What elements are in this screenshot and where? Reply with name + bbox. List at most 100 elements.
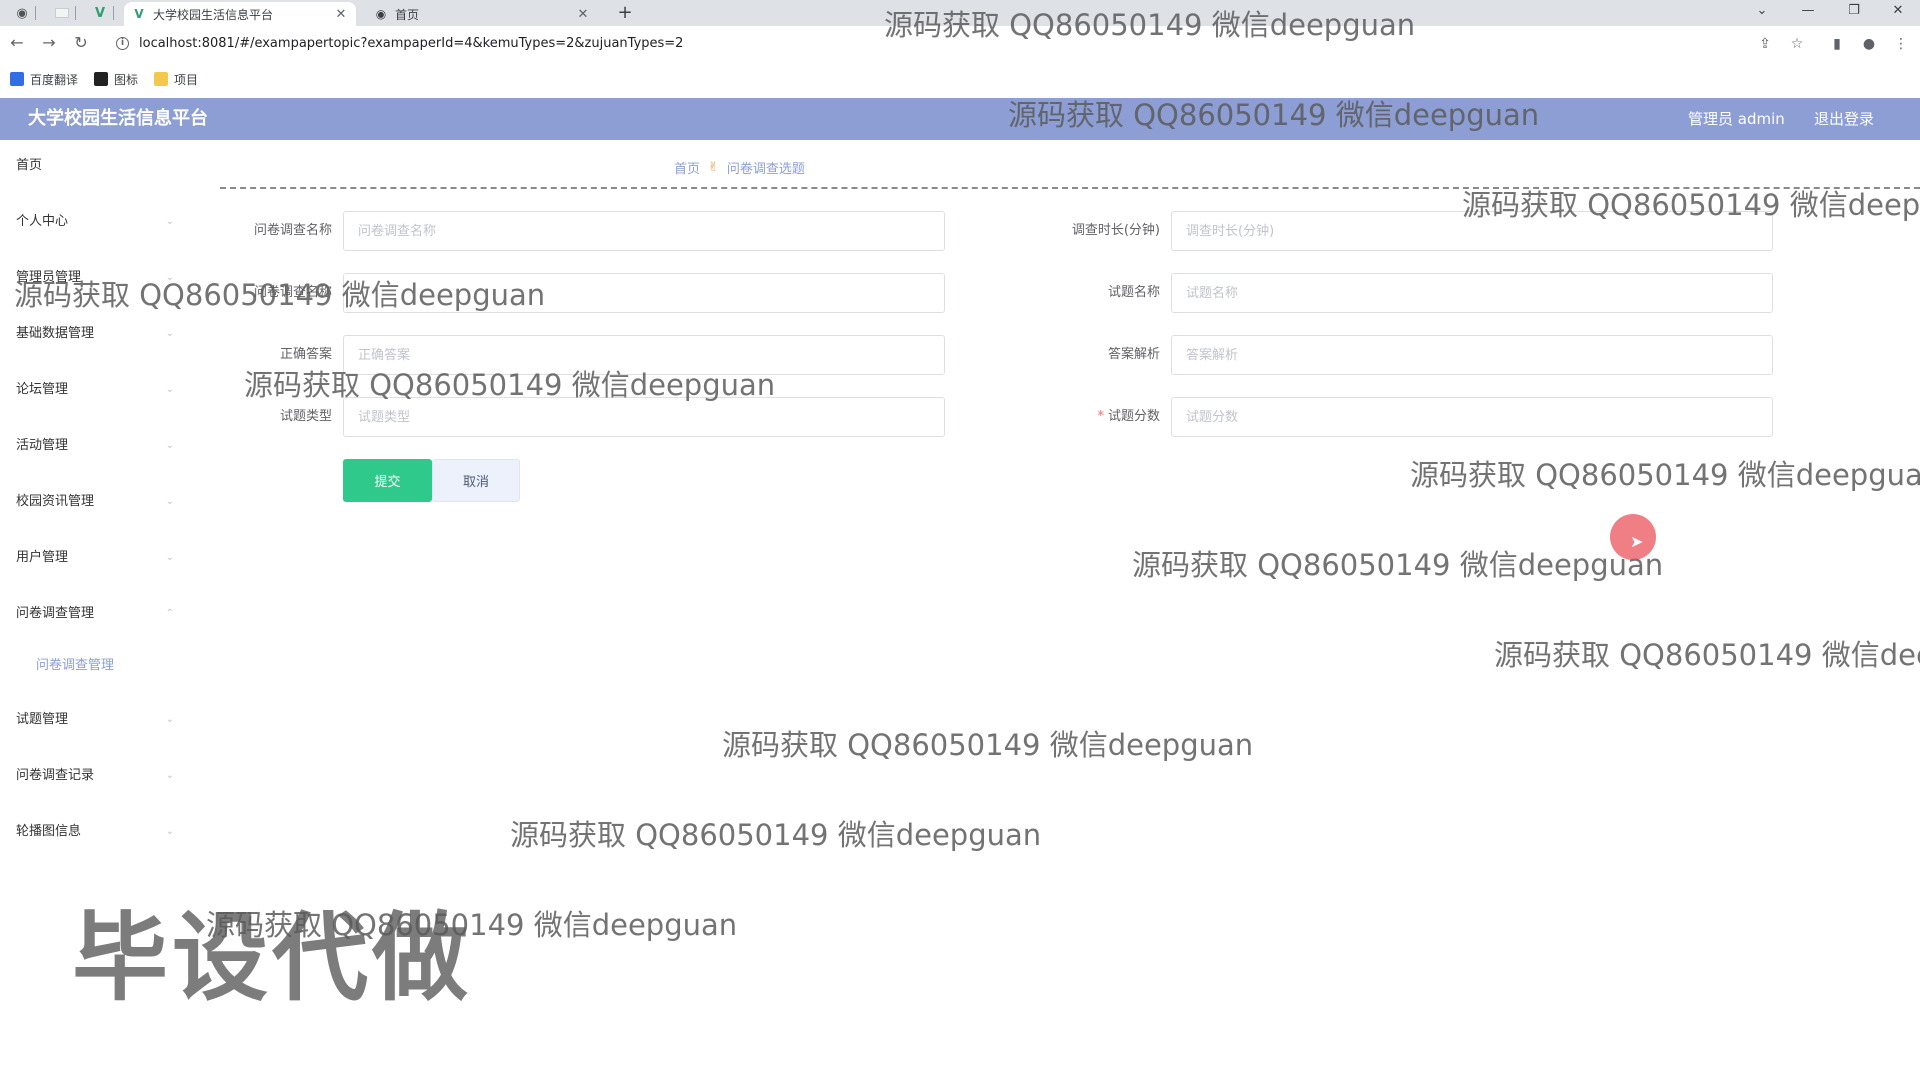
profile-avatar-icon[interactable]: ● xyxy=(1858,33,1880,55)
side-panel-icon[interactable]: ▮ xyxy=(1826,33,1848,55)
score-input[interactable] xyxy=(1171,397,1773,437)
options-label: 问卷调查名称 xyxy=(253,285,332,300)
watermark: 源码获取 QQ86050149 微信deepguan xyxy=(722,728,1254,762)
answer-label: 正确答案 xyxy=(279,347,332,362)
cursor-arrow-icon: ➤ xyxy=(1630,532,1644,551)
sidebar-item-label: 校园资讯管理 xyxy=(16,494,95,509)
bookmark-icons[interactable]: 图标 xyxy=(94,71,138,88)
topic-name-input[interactable] xyxy=(1171,273,1773,313)
chevron-down-icon: ⌄ xyxy=(165,826,174,837)
bookmark-projects[interactable]: 项目 xyxy=(154,71,198,88)
vue-logo-icon: V xyxy=(134,7,144,21)
sidebar-item-carousel[interactable]: 轮播图信息 ⌄ xyxy=(0,812,182,852)
chevron-down-icon: ⌄ xyxy=(165,384,174,395)
options-input[interactable] xyxy=(343,273,945,313)
sidebar-item-activity[interactable]: 活动管理 ⌄ xyxy=(0,426,182,466)
bookmark-star-icon[interactable]: ☆ xyxy=(1786,33,1808,55)
restore-button[interactable]: ❐ xyxy=(1834,0,1874,22)
sidebar-item-home[interactable]: 首页 xyxy=(0,146,182,186)
watermark: 源码获取 QQ86050149 微信deepguan xyxy=(510,818,1042,852)
address-toolbar: ← → ↻ i localhost:8081/#/exampapertopic?… xyxy=(0,26,1920,60)
stamp-watermark: 毕设代做 xyxy=(72,902,472,1014)
score-label-text: 试题分数 xyxy=(1107,409,1160,424)
reload-icon[interactable]: ↻ xyxy=(70,32,92,54)
sidebar-item-label: 首页 xyxy=(16,158,43,173)
topic-name-label: 试题名称 xyxy=(1107,285,1160,300)
sidebar-item-survey-records[interactable]: 问卷调查记录 ⌄ xyxy=(0,756,182,796)
exampaper-name-input[interactable] xyxy=(343,211,945,251)
exampaper-name-label: 问卷调查名称 xyxy=(253,223,332,238)
sidebar-item-admin-management[interactable]: 管理员管理 ⌄ xyxy=(0,258,182,298)
tab-title: 大学校园生活信息平台 xyxy=(153,7,274,22)
bookmarks-bar: 百度翻译 图标 项目 xyxy=(0,60,1920,98)
tab-app[interactable]: V 大学校园生活信息平台 ✕ xyxy=(124,2,356,26)
pinned-tab-globe[interactable]: ◉ xyxy=(8,3,36,23)
back-arrow-icon[interactable]: ← xyxy=(6,32,28,54)
sidebar-item-survey-management[interactable]: 问卷调查管理 ⌃ xyxy=(0,594,182,634)
sidebar-item-label: 论坛管理 xyxy=(16,382,69,397)
forward-arrow-icon[interactable]: → xyxy=(38,32,60,54)
blank-page-icon xyxy=(55,8,69,18)
score-label: * 试题分数 xyxy=(1010,397,1160,437)
sidebar-item-label: 管理员管理 xyxy=(16,270,82,285)
minimize-button[interactable]: — xyxy=(1788,0,1828,22)
bookmark-label: 项目 xyxy=(174,72,199,87)
close-window-button[interactable]: ✕ xyxy=(1878,0,1918,22)
chevron-down-icon: ⌄ xyxy=(165,496,174,507)
bookmark-baidu-translate[interactable]: 百度翻译 xyxy=(10,71,78,88)
sidebar-menu: 首页 个人中心 ⌄ 管理员管理 ⌄ 基础数据管理 ⌄ 论坛管理 ⌄ 活动管理 ⌄ 校园资讯… xyxy=(0,140,182,840)
tab-search-chevron-icon[interactable]: ⌄ xyxy=(1742,0,1782,22)
close-tab-icon[interactable]: ✕ xyxy=(334,7,348,22)
site-info-icon[interactable]: i xyxy=(116,36,129,50)
browser-tab-strip: ◉ V V 大学校园生活信息平台 ✕ ◉ 首页 ✕ + ⌄ — ❐ ✕ xyxy=(0,0,1920,26)
sidebar-item-base-data[interactable]: 基础数据管理 ⌄ xyxy=(0,314,182,354)
submit-button[interactable]: 提交 xyxy=(343,459,432,502)
answer-input[interactable] xyxy=(343,335,945,375)
chevron-down-icon: ⌄ xyxy=(165,328,174,339)
url-text: localhost:8081/#/exampapertopic?exampape… xyxy=(139,35,684,51)
pinned-tab-blank[interactable] xyxy=(48,3,76,23)
browser-menu-icon[interactable]: ⋮ xyxy=(1890,33,1912,55)
breadcrumb: 首页 ✌ 问卷调查选题 xyxy=(674,158,805,177)
globe-icon: ◉ xyxy=(16,5,28,21)
pinned-tab-vue[interactable]: V xyxy=(86,3,114,23)
close-tab-icon[interactable]: ✕ xyxy=(576,7,590,22)
tab-title: 首页 xyxy=(395,7,420,22)
breadcrumb-home[interactable]: 首页 xyxy=(674,158,700,177)
breadcrumb-current: 问卷调查选题 xyxy=(726,162,805,177)
sidebar-item-label: 问卷调查记录 xyxy=(16,768,95,783)
image-icon xyxy=(94,72,109,86)
logout-link[interactable]: 退出登录 xyxy=(1814,98,1874,140)
sidebar-item-label: 问卷调查管理 xyxy=(36,658,115,673)
folder-icon xyxy=(154,72,169,86)
tab-home[interactable]: ◉ 首页 ✕ xyxy=(366,2,598,26)
bookmark-label: 百度翻译 xyxy=(30,72,79,87)
hand-icon: ✌ xyxy=(708,160,719,175)
sidebar-item-forum[interactable]: 论坛管理 ⌄ xyxy=(0,370,182,410)
watermark: 源码获取 QQ86050149 微信deepguan xyxy=(1494,638,1920,672)
sidebar-subitem-survey-management[interactable]: 问卷调查管理 xyxy=(0,646,182,686)
watermark: 源码获取 QQ86050149 微信deepguan xyxy=(206,908,738,942)
translate-icon xyxy=(10,72,24,86)
share-icon[interactable]: ⇪ xyxy=(1754,33,1776,55)
sidebar-item-label: 基础数据管理 xyxy=(16,326,95,341)
sidebar-item-personal-center[interactable]: 个人中心 ⌄ xyxy=(0,202,182,242)
chevron-down-icon: ⌄ xyxy=(165,770,174,781)
cancel-button[interactable]: 取消 xyxy=(432,459,520,502)
watermark: 源码获取 QQ86050149 微信deepguan xyxy=(1132,548,1664,582)
topic-type-label: 试题类型 xyxy=(279,409,332,424)
sidebar-item-questions[interactable]: 试题管理 ⌄ xyxy=(0,700,182,740)
chevron-down-icon: ⌄ xyxy=(165,714,174,725)
chevron-down-icon: ⌄ xyxy=(165,440,174,451)
app-title: 大学校园生活信息平台 xyxy=(28,108,208,129)
sidebar-item-users[interactable]: 用户管理 ⌄ xyxy=(0,538,182,578)
url-field[interactable]: i localhost:8081/#/exampapertopic?exampa… xyxy=(108,32,1748,54)
new-tab-button[interactable]: + xyxy=(614,1,636,25)
topic-type-input[interactable] xyxy=(343,397,945,437)
chevron-down-icon: ⌄ xyxy=(165,216,174,227)
mouse-cursor-indicator: ➤ xyxy=(1610,514,1656,560)
duration-input[interactable] xyxy=(1171,211,1773,251)
sidebar-item-label: 轮播图信息 xyxy=(16,824,82,839)
sidebar-item-campus-news[interactable]: 校园资讯管理 ⌄ xyxy=(0,482,182,522)
analysis-input[interactable] xyxy=(1171,335,1773,375)
